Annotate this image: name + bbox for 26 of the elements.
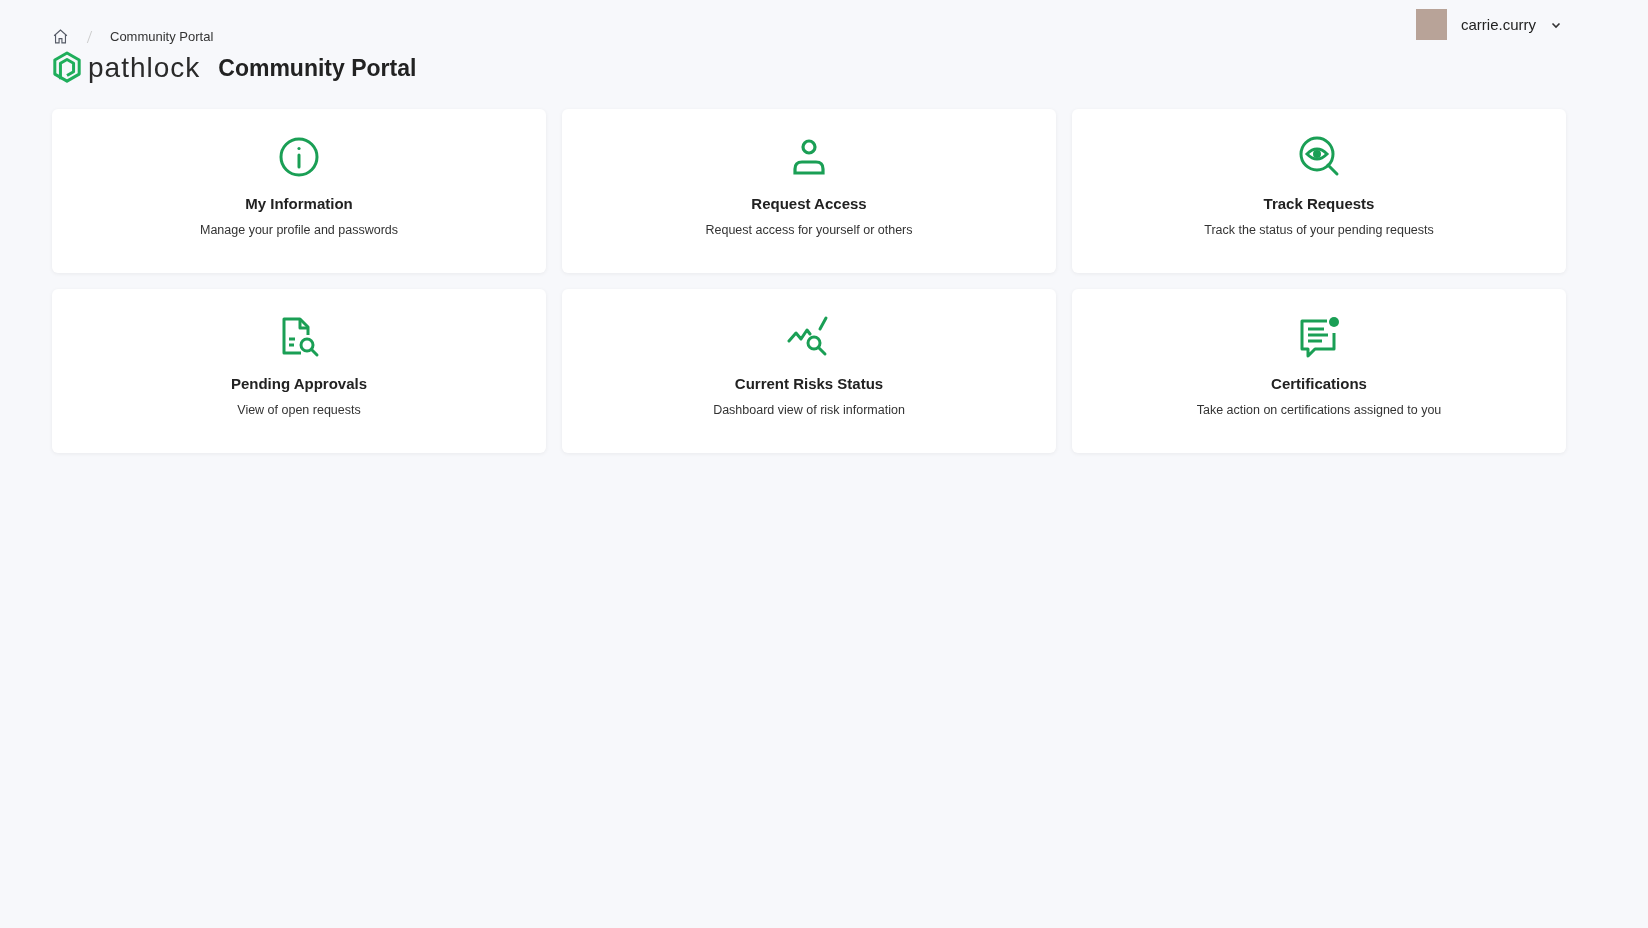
- portal-card[interactable]: My Information Manage your profile and passwords: [52, 109, 546, 273]
- hexagon-logo-icon: [52, 51, 82, 85]
- card-title: Request Access: [751, 195, 867, 212]
- breadcrumb-current: Community Portal: [110, 29, 214, 44]
- page-title: Community Portal: [218, 54, 417, 82]
- card-title: Certifications: [1271, 375, 1367, 392]
- card-description: Dashboard view of risk information: [713, 403, 905, 417]
- card-title: My Information: [245, 195, 353, 212]
- portal-card[interactable]: Current Risks Status Dashboard view of risk information: [562, 289, 1056, 453]
- home-icon[interactable]: [52, 28, 69, 45]
- portal-card[interactable]: Pending Approvals View of open requests: [52, 289, 546, 453]
- card-title: Current Risks Status: [734, 375, 884, 392]
- card-description: Take action on certifications assigned to you: [1196, 403, 1442, 417]
- portal-card[interactable]: Certifications Take action on certifications assigned to you: [1072, 289, 1566, 453]
- user-menu[interactable]: carrie.curry: [1416, 9, 1562, 40]
- portal-card[interactable]: Track Requests Track the status of your pending requests: [1072, 109, 1566, 273]
- card-description: Track the status of your pending requests: [1204, 223, 1434, 237]
- card-title: Pending Approvals: [230, 375, 368, 392]
- card-description: Manage your profile and passwords: [200, 223, 398, 237]
- card-description: View of open requests: [237, 403, 361, 417]
- info-icon: [277, 135, 321, 179]
- card-title: Track Requests: [1263, 195, 1375, 212]
- avatar-placeholder: [1416, 9, 1447, 40]
- card-description: Request access for yourself or others: [705, 223, 913, 237]
- portal-card[interactable]: Request Access Request access for yourself or others: [562, 109, 1056, 273]
- logo-text: pathlock: [88, 52, 201, 84]
